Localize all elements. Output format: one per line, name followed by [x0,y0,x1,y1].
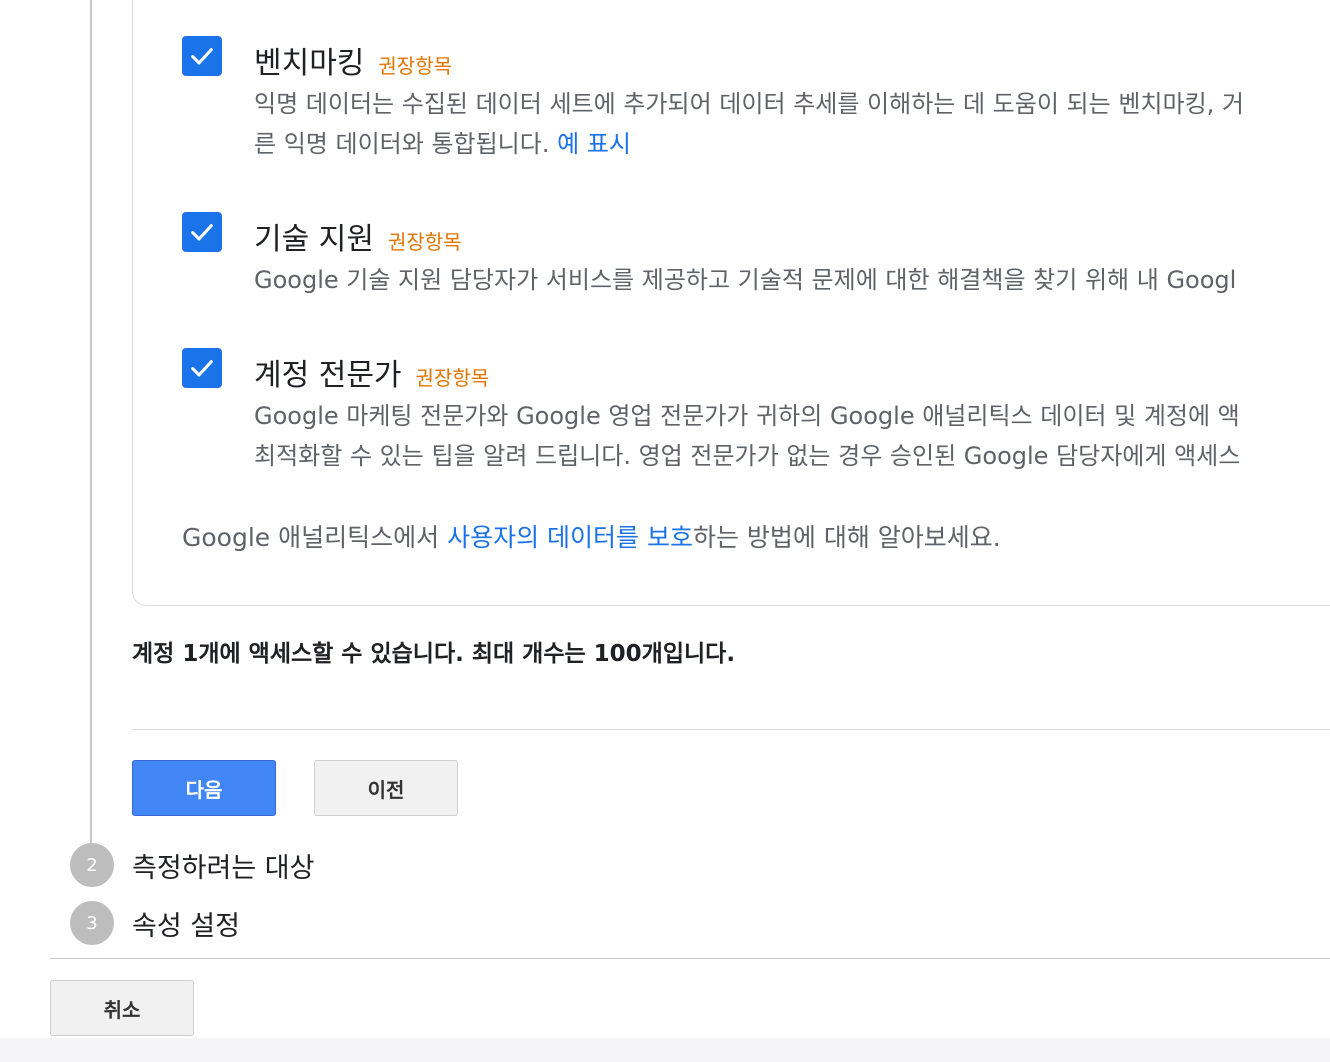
recommended-badge: 권장항목 [387,230,462,254]
cancel-button[interactable]: 취소 [50,980,194,1036]
footer-band [0,1038,1330,1062]
description-text: 른 익명 데이터와 통합됩니다. [254,130,550,158]
option-title-text: 계정 전문가 [254,358,402,393]
note-text: 하는 방법에 대해 알아보세요. [692,523,1001,552]
recommended-badge: 권장항목 [378,54,453,78]
technical-support-checkbox[interactable] [182,212,222,252]
previous-button[interactable]: 이전 [314,760,458,816]
option-title-text: 벤치마킹 [254,46,365,81]
option-description: Google 마케팅 전문가와 Google 영업 전문가가 귀하의 Googl… [254,396,1240,476]
check-icon [191,224,213,241]
step-number: 2 [70,843,114,887]
step-3[interactable]: 3 속성 설정 [70,901,240,945]
divider [50,958,1330,959]
account-access-note: 계정 1개에 액세스할 수 있습니다. 최대 개수는 100개입니다. [132,641,736,667]
option-title: 벤치마킹 권장항목 [254,38,452,82]
step-number: 3 [70,901,114,945]
option-title: 기술 지원 권장항목 [254,214,462,258]
option-description: 익명 데이터는 수집된 데이터 세트에 추가되어 데이터 추세를 이해하는 데 … [254,84,1244,164]
divider [132,729,1330,730]
option-title: 계정 전문가 권장항목 [254,350,489,394]
step-label: 측정하려는 대상 [132,852,315,884]
next-button[interactable]: 다음 [132,760,276,816]
account-specialists-checkbox[interactable] [182,348,222,388]
description-line: 익명 데이터는 수집된 데이터 세트에 추가되어 데이터 추세를 이해하는 데 … [254,90,1245,118]
show-example-link[interactable]: 예 표시 [557,130,631,158]
recommended-badge: 권장항목 [415,366,490,390]
description-line: Google 마케팅 전문가와 Google 영업 전문가가 귀하의 Googl… [254,402,1240,430]
description-line: Google 기술 지원 담당자가 서비스를 제공하고 기술적 문제에 대한 해… [254,266,1237,294]
option-description: Google 기술 지원 담당자가 서비스를 제공하고 기술적 문제에 대한 해… [254,260,1236,300]
data-protection-link[interactable]: 사용자의 데이터를 보호 [447,523,693,552]
benchmarking-checkbox[interactable] [182,36,222,76]
check-icon [191,360,213,377]
option-title-text: 기술 지원 [254,222,374,257]
step-label: 속성 설정 [132,910,240,942]
check-icon [191,48,213,65]
description-line: 최적화할 수 있는 팁을 알려 드립니다. 영업 전문가가 없는 경우 승인된 … [254,442,1241,470]
data-protection-note: Google 애널리틱스에서 사용자의 데이터를 보호하는 방법에 대해 알아보… [182,518,1001,554]
step-2[interactable]: 2 측정하려는 대상 [70,843,314,887]
account-setup-page: 벤치마킹 권장항목 익명 데이터는 수집된 데이터 세트에 추가되어 데이터 추… [0,0,1330,1062]
description-line: 른 익명 데이터와 통합됩니다. 예 표시 [254,124,1244,164]
stepper-line [90,0,92,846]
note-text: Google 애널리틱스에서 [182,523,448,552]
